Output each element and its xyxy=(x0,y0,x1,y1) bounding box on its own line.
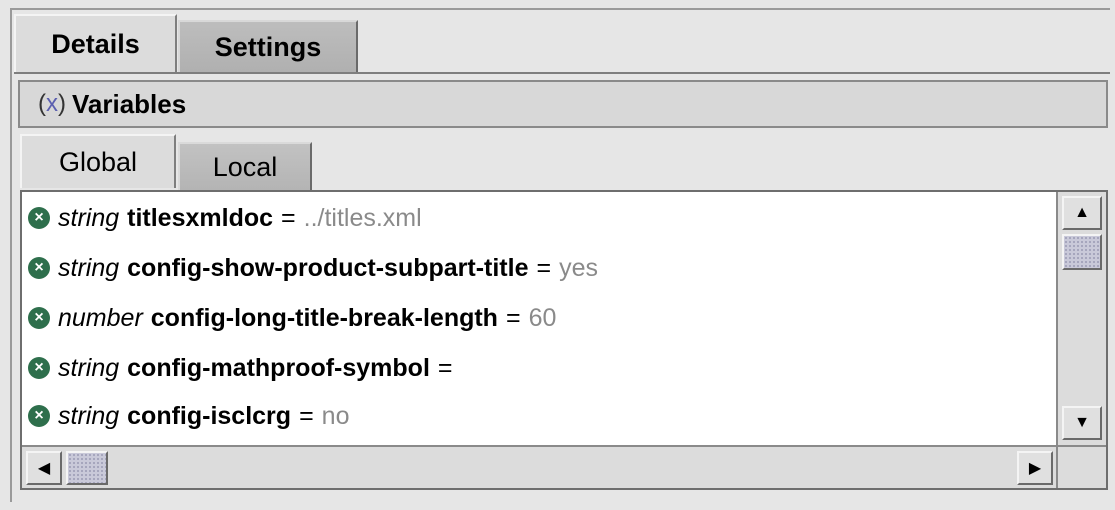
arrow-left-icon[interactable]: ◀ xyxy=(26,451,62,485)
remove-icon[interactable]: × xyxy=(28,405,50,427)
variable-icon: (x) xyxy=(38,90,66,117)
tab-details-label: Details xyxy=(51,28,140,59)
variables-title: Variables xyxy=(72,88,187,119)
equals-sign: = xyxy=(281,203,296,232)
tab-details[interactable]: Details xyxy=(14,14,177,72)
vertical-scroll-thumb[interactable] xyxy=(1062,234,1102,270)
list-item[interactable]: × number config-long-title-break-length … xyxy=(28,298,556,338)
variables-header: (x) Variables xyxy=(18,80,1108,128)
list-item[interactable]: × string config-show-product-subpart-tit… xyxy=(28,248,598,288)
equals-sign: = xyxy=(505,303,521,332)
variable-type: number xyxy=(58,303,143,332)
arrow-down-icon[interactable]: ▼ xyxy=(1062,406,1102,440)
tab-local[interactable]: Local xyxy=(178,142,312,190)
variable-name: titlesxmldoc xyxy=(127,203,274,232)
variable-type: string xyxy=(58,353,120,382)
tab-local-label: Local xyxy=(212,151,278,182)
list-item[interactable]: × string config-isclcrg = no xyxy=(28,396,349,436)
variables-rows: × string titlesxmldoc = ../titles.xml × … xyxy=(22,192,1057,447)
tab-divider xyxy=(14,72,1110,74)
arrow-right-icon[interactable]: ▶ xyxy=(1017,451,1053,485)
remove-icon[interactable]: × xyxy=(28,257,50,279)
tab-global-label: Global xyxy=(58,146,138,177)
arrow-up-icon[interactable]: ▲ xyxy=(1062,196,1102,230)
remove-icon[interactable]: × xyxy=(28,307,50,329)
remove-icon[interactable]: × xyxy=(28,357,50,379)
equals-sign: = xyxy=(437,353,453,382)
list-item[interactable]: × string titlesxmldoc = ../titles.xml xyxy=(28,198,422,238)
variable-value: yes xyxy=(559,253,598,282)
tab-settings-label: Settings xyxy=(214,31,322,62)
remove-icon[interactable]: × xyxy=(28,207,50,229)
variable-name: config-long-title-break-length xyxy=(150,303,498,332)
variable-type: string xyxy=(58,203,120,232)
variable-type: string xyxy=(58,401,120,430)
tab-settings[interactable]: Settings xyxy=(178,20,358,72)
horizontal-scrollbar[interactable]: ◀ ▶ xyxy=(22,445,1057,488)
scroll-corner xyxy=(1056,445,1106,488)
equals-sign: = xyxy=(536,253,552,282)
variable-value: no xyxy=(321,401,350,430)
variable-name: config-isclcrg xyxy=(127,401,292,430)
vertical-scrollbar[interactable]: ▲ ▼ xyxy=(1056,192,1106,447)
horizontal-scroll-thumb[interactable] xyxy=(66,451,108,485)
variables-list: × string titlesxmldoc = ../titles.xml × … xyxy=(20,190,1108,490)
variable-name: config-mathproof-symbol xyxy=(127,353,430,382)
variable-name: config-show-product-subpart-title xyxy=(127,253,529,282)
variable-value: 60 xyxy=(528,303,557,332)
tab-global[interactable]: Global xyxy=(20,134,176,188)
list-item[interactable]: × string config-mathproof-symbol = xyxy=(28,348,461,388)
variable-value: ../titles.xml xyxy=(303,203,422,232)
equals-sign: = xyxy=(299,401,314,430)
variable-type: string xyxy=(58,253,120,282)
